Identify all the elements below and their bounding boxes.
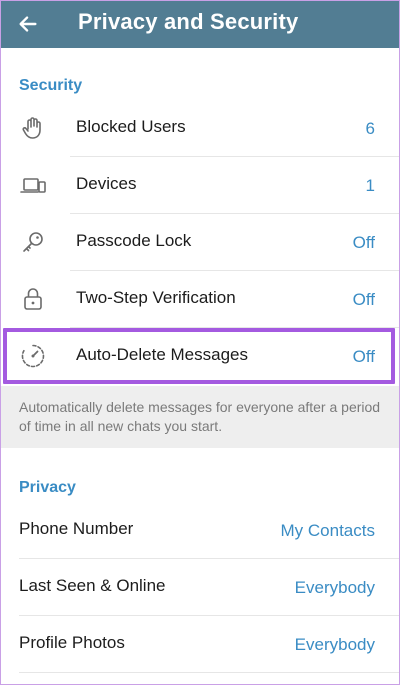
app-header: Privacy and Security xyxy=(0,0,400,48)
row-label: Phone Number xyxy=(19,519,134,538)
row-label: Devices xyxy=(76,174,137,193)
page-title: Privacy and Security xyxy=(78,9,299,34)
row-value: Off xyxy=(352,347,375,366)
row-label: Two-Step Verification xyxy=(76,288,236,307)
settings-row-devices[interactable]: Devices 1 xyxy=(0,157,400,214)
row-label: Profile Photos xyxy=(19,633,125,652)
row-value: Off xyxy=(352,290,375,309)
auto-delete-info-text: Automatically delete messages for everyo… xyxy=(19,399,381,434)
row-value: 6 xyxy=(365,119,375,138)
back-button[interactable] xyxy=(10,6,46,42)
key-icon xyxy=(20,229,46,255)
section-heading-privacy: Privacy xyxy=(19,479,76,496)
row-value: Off xyxy=(352,233,375,252)
devices-icon xyxy=(20,172,46,198)
arrow-left-icon xyxy=(19,16,37,32)
row-label: Blocked Users xyxy=(76,117,186,136)
settings-row-auto-delete-messages[interactable]: Auto-Delete Messages Off xyxy=(0,328,400,385)
hand-icon xyxy=(20,115,46,141)
section-heading-security: Security xyxy=(19,77,83,94)
row-value: Everybody xyxy=(294,635,375,654)
settings-row-profile-photos[interactable]: Profile Photos Everybody xyxy=(0,616,400,673)
auto-delete-info-box: Automatically delete messages for everyo… xyxy=(0,386,400,448)
settings-row-two-step-verification[interactable]: Two-Step Verification Off xyxy=(0,271,400,328)
row-label: Last Seen & Online xyxy=(19,576,166,595)
settings-row-passcode-lock[interactable]: Passcode Lock Off xyxy=(0,214,400,271)
row-value: 1 xyxy=(365,176,375,195)
row-label: Passcode Lock xyxy=(76,231,192,250)
timer-icon xyxy=(20,343,46,369)
row-label: Auto-Delete Messages xyxy=(76,345,248,364)
divider xyxy=(19,672,400,673)
row-value: Everybody xyxy=(294,578,375,597)
settings-row-last-seen[interactable]: Last Seen & Online Everybody xyxy=(0,559,400,616)
settings-row-phone-number[interactable]: Phone Number My Contacts xyxy=(0,502,400,559)
lock-icon xyxy=(20,286,46,312)
row-value: My Contacts xyxy=(280,521,375,540)
settings-row-blocked-users[interactable]: Blocked Users 6 xyxy=(0,100,400,157)
